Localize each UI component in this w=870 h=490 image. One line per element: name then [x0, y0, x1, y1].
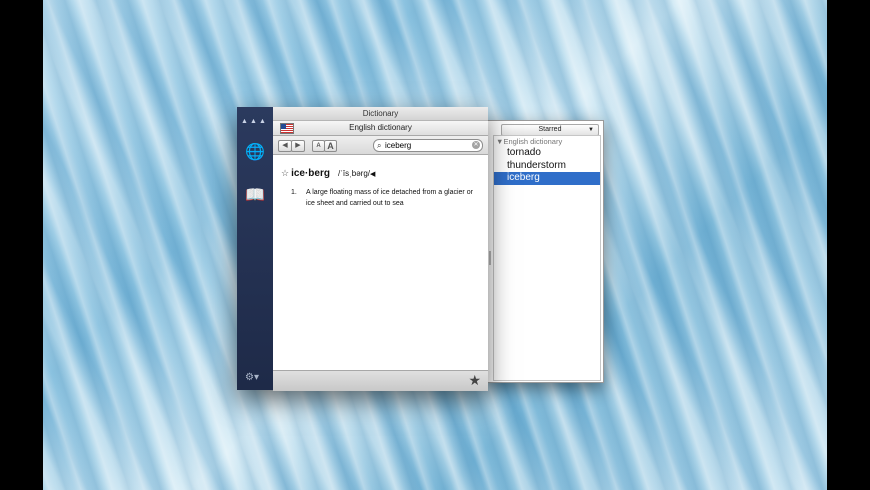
toolbar: ◀ ▶ A A ⌕ ✕: [273, 136, 488, 155]
entry-headword: ice·berg: [291, 168, 330, 179]
font-larger-button[interactable]: A: [324, 140, 337, 152]
starred-group-label: English dictionary: [503, 137, 563, 146]
clear-search-icon[interactable]: ✕: [472, 141, 480, 149]
gear-icon[interactable]: ⚙▾: [245, 372, 259, 383]
starred-group-header[interactable]: ▼English dictionary: [494, 137, 600, 147]
entry-header: ☆ ice·berg/ˈīsˌbərg/◀: [281, 168, 375, 179]
minimize-button[interactable]: ▲: [250, 118, 257, 125]
starred-selector-label: Starred: [538, 126, 562, 133]
us-flag-icon: [280, 123, 294, 134]
starred-toggle-icon[interactable]: ★: [468, 372, 481, 389]
speaker-icon[interactable]: ◀: [370, 171, 375, 178]
window-title: Dictionary: [273, 107, 488, 121]
starred-item-iceberg[interactable]: iceberg: [494, 172, 600, 185]
entry-content: ☆ ice·berg/ˈīsˌbərg/◀ 1. A large floating…: [273, 155, 488, 370]
dictionary-selector-label: English dictionary: [349, 123, 412, 132]
search-field[interactable]: ⌕ ✕: [373, 139, 483, 152]
bottom-bar: ★: [273, 370, 488, 391]
definition-text: A large floating mass of ice detached fr…: [306, 189, 473, 207]
forward-button[interactable]: ▶: [291, 140, 305, 152]
dictionary-window: ▲ ▲ ▲ 🌐 📖 ⚙▾ Dictionary English dictionary…: [237, 107, 488, 391]
search-input[interactable]: [385, 140, 469, 151]
entry-pronunciation: /ˈīsˌbərg/: [337, 169, 370, 178]
starred-item-tornado[interactable]: tornado: [494, 147, 600, 160]
search-icon: ⌕: [377, 141, 382, 150]
starred-panel: Starred ▼ ▼English dictionary tornado th…: [486, 120, 604, 383]
window-controls: ▲ ▲ ▲: [241, 110, 271, 125]
sidebar: ▲ ▲ ▲ 🌐 📖 ⚙▾: [237, 107, 274, 390]
close-button[interactable]: ▲: [241, 118, 248, 125]
definition-number: 1.: [291, 189, 297, 196]
starred-list: ▼English dictionary tornado thunderstorm…: [493, 135, 601, 381]
chevron-down-icon: ▼: [588, 127, 594, 133]
dictionary-selector[interactable]: English dictionary: [273, 121, 488, 136]
globe-icon[interactable]: 🌐: [245, 143, 265, 163]
panel-resize-handle[interactable]: [489, 251, 491, 265]
main-pane: Dictionary English dictionary ◀ ▶ A A ⌕ …: [273, 107, 488, 391]
back-button[interactable]: ◀: [278, 140, 292, 152]
book-icon[interactable]: 📖: [245, 186, 265, 206]
starred-item-thunderstorm[interactable]: thunderstorm: [494, 160, 600, 173]
zoom-button[interactable]: ▲: [259, 118, 266, 125]
star-icon[interactable]: ☆: [281, 168, 289, 178]
